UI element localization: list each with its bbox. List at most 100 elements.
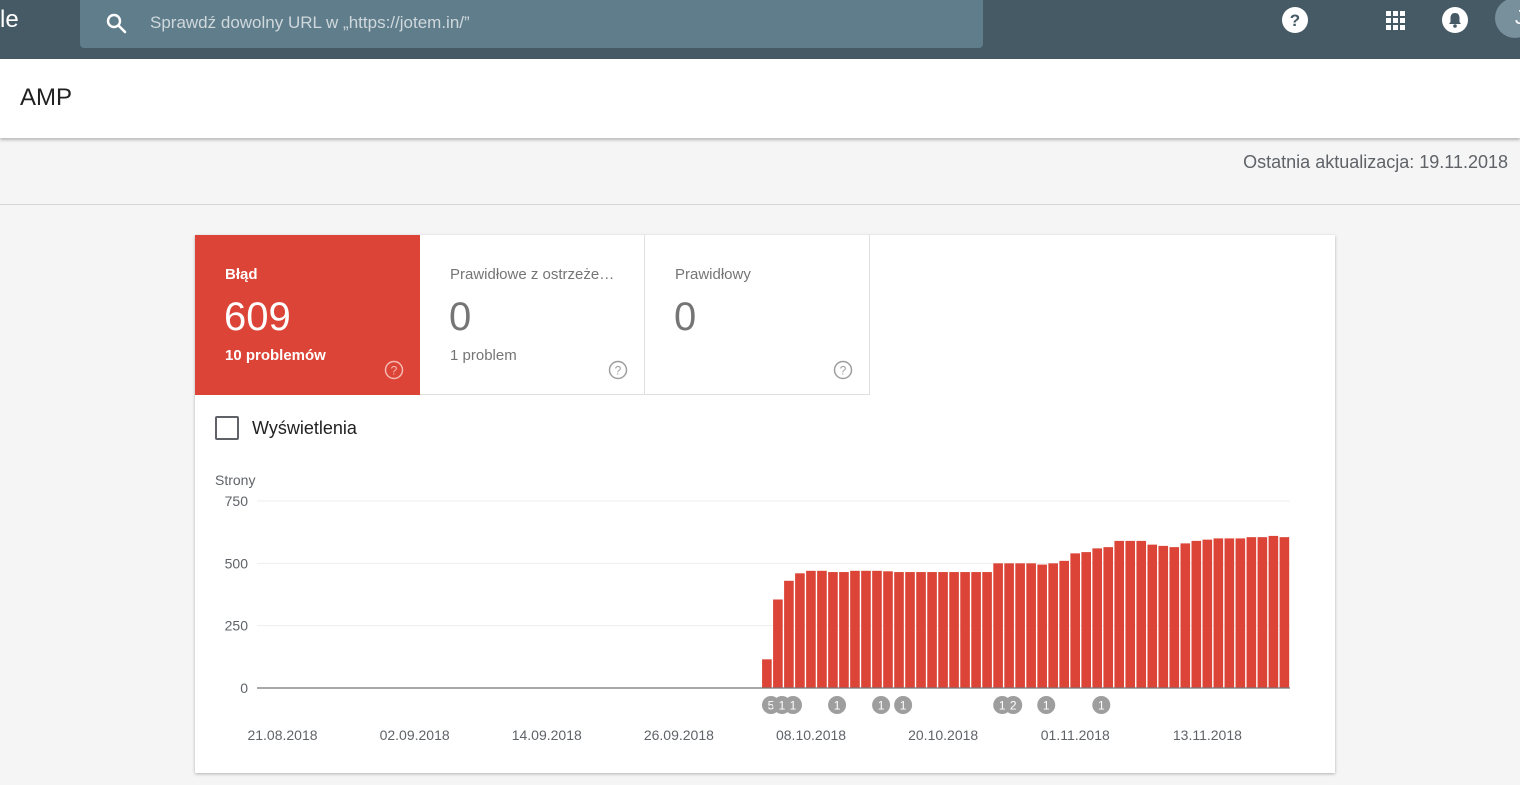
bar <box>795 573 805 688</box>
help-circle-icon[interactable]: ? <box>608 360 628 380</box>
bar <box>960 572 970 688</box>
bar <box>1081 552 1092 688</box>
impressions-label: Wyświetlenia <box>252 418 357 438</box>
page-header: AMP <box>0 59 1520 138</box>
bar <box>1180 543 1191 688</box>
x-tick-label: 26.09.2018 <box>644 727 714 743</box>
bar <box>1114 540 1125 688</box>
bar <box>1213 538 1224 688</box>
bar <box>916 572 926 688</box>
bar <box>773 599 783 688</box>
annotation-marker-label: 2 <box>1010 699 1017 713</box>
bar <box>1037 564 1047 688</box>
app-logo[interactable]: le <box>0 6 19 34</box>
bar <box>1169 547 1180 688</box>
x-tick-label: 01.11.2018 <box>1041 727 1110 743</box>
x-tick-label: 21.08.2018 <box>247 727 317 743</box>
annotation-marker-label: 1 <box>1098 699 1105 713</box>
annotation-marker-label: 1 <box>834 699 841 713</box>
annotation-marker-label: 1 <box>900 699 907 713</box>
bar <box>1026 563 1036 688</box>
bar <box>850 570 860 688</box>
help-circle-icon[interactable]: ? <box>833 360 853 380</box>
bar <box>1158 545 1169 688</box>
tile-error[interactable]: Błąd 609 10 problemów ? <box>195 235 420 395</box>
tile-valid[interactable]: Prawidłowy 0 ? <box>645 235 870 395</box>
x-tick-label: 08.10.2018 <box>776 727 846 743</box>
bar <box>938 572 948 688</box>
tile-valid-with-warnings[interactable]: Prawidłowe z ostrzeżeniami 0 1 problem ? <box>420 235 645 395</box>
bar <box>993 563 1003 688</box>
bar <box>1246 537 1257 688</box>
y-tick-label: 250 <box>225 618 249 634</box>
bar <box>905 572 915 688</box>
tile-error-label: Błąd <box>225 266 258 283</box>
search-input[interactable] <box>148 0 952 46</box>
bar <box>1147 544 1158 688</box>
x-tick-label: 13.11.2018 <box>1173 727 1242 743</box>
y-tick-label: 0 <box>240 680 248 696</box>
tile-error-issues: 10 problemów <box>225 347 326 364</box>
bar <box>1092 548 1103 688</box>
bar <box>894 572 904 688</box>
bar <box>861 570 871 688</box>
help-circle-icon[interactable]: ? <box>384 360 404 380</box>
svg-text:?: ? <box>840 364 847 378</box>
bar <box>872 570 882 688</box>
tile-warnings-label: Prawidłowe z ostrzeżeniami <box>450 266 620 283</box>
x-tick-label: 20.10.2018 <box>908 727 978 743</box>
bar <box>1257 537 1268 688</box>
svg-text:?: ? <box>1290 11 1300 30</box>
page-title: AMP <box>20 84 73 111</box>
x-tick-label: 02.09.2018 <box>380 727 450 743</box>
svg-text:?: ? <box>615 364 622 378</box>
bar <box>1070 553 1080 688</box>
bar <box>1191 540 1202 688</box>
bar <box>817 570 827 688</box>
search-icon[interactable] <box>104 11 128 35</box>
bar <box>784 580 794 688</box>
bar <box>883 571 893 688</box>
bar <box>762 659 772 688</box>
notifications-bell-icon[interactable] <box>1441 6 1469 34</box>
pages-bar-chart: Strony 750 500 250 0 21.08.2018 02.09.2018 14.0… <box>215 472 1290 743</box>
tile-warnings-count: 0 <box>449 295 472 339</box>
divider <box>0 204 1520 205</box>
bar <box>1004 563 1014 688</box>
x-tick-label: 14.09.2018 <box>512 727 582 743</box>
annotation-marker-label: 1 <box>1043 699 1050 713</box>
impressions-checkbox[interactable] <box>215 416 239 440</box>
bar <box>1015 563 1025 688</box>
account-avatar[interactable]: J <box>1495 0 1520 38</box>
tile-error-count: 609 <box>224 295 291 339</box>
tile-valid-label: Prawidłowy <box>675 266 751 283</box>
bar <box>982 572 992 688</box>
bar <box>839 572 849 688</box>
amp-status-card: Błąd 609 10 problemów ? Prawidłowe z ost… <box>195 235 1335 773</box>
bar <box>1235 538 1246 688</box>
url-inspection-search[interactable] <box>80 0 983 48</box>
apps-grid-icon[interactable] <box>1381 6 1409 34</box>
bar <box>1103 547 1114 688</box>
svg-text:?: ? <box>391 364 398 378</box>
last-update-text: Ostatnia aktualizacja: 19.11.2018 <box>1243 152 1508 172</box>
y-axis-label: Strony <box>215 472 255 488</box>
bar <box>1136 540 1147 688</box>
tile-valid-count: 0 <box>674 295 697 339</box>
bar <box>971 572 981 688</box>
bar <box>1224 538 1235 688</box>
tile-warnings-issues: 1 problem <box>450 347 517 364</box>
bar <box>1059 560 1069 688</box>
bar <box>1048 563 1058 688</box>
annotation-marker-label: 1 <box>790 699 797 713</box>
bar <box>806 570 816 688</box>
bar <box>1279 537 1290 688</box>
bar <box>927 572 937 688</box>
y-tick-label: 500 <box>225 555 249 571</box>
top-app-bar: le ? J <box>0 0 1520 59</box>
help-icon[interactable]: ? <box>1281 6 1309 34</box>
bar <box>828 572 838 688</box>
bar <box>949 572 959 688</box>
bar <box>1268 535 1279 688</box>
annotation-marker-label: 1 <box>878 699 885 713</box>
